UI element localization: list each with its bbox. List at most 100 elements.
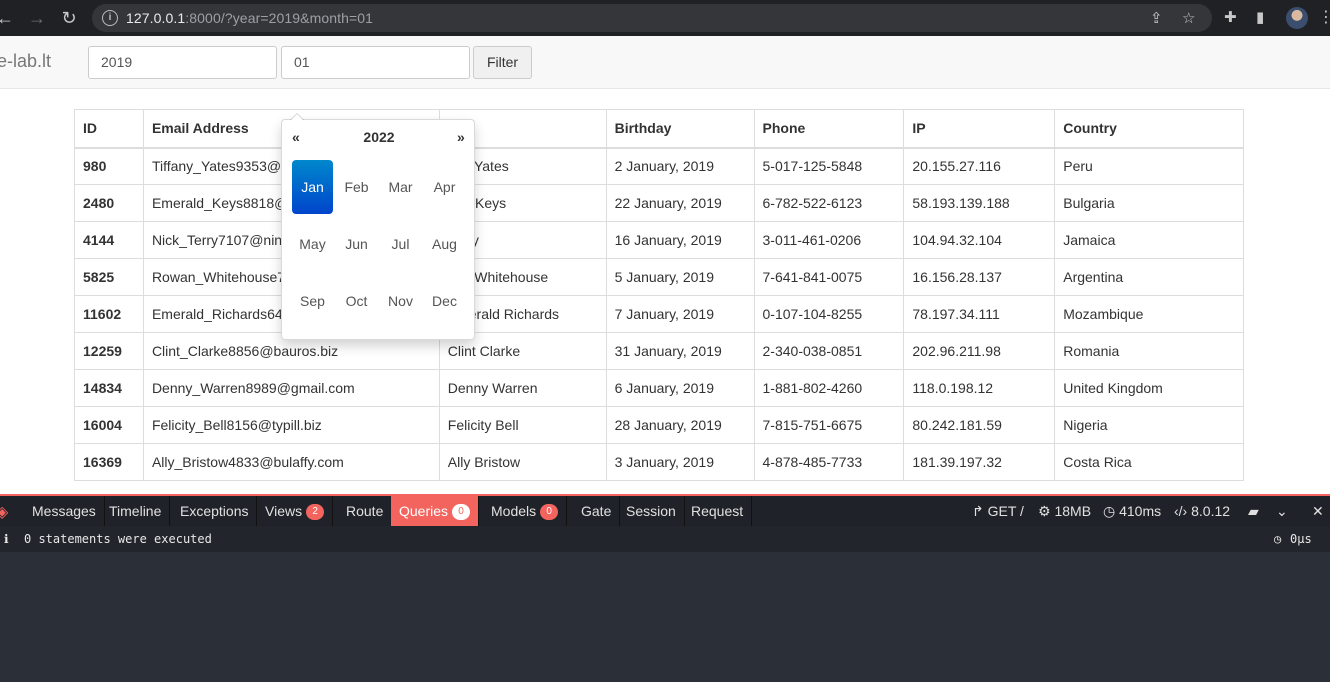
cell-birthday: 6 January, 2019 bbox=[605, 369, 755, 407]
cell-ip: 104.94.32.104 bbox=[903, 221, 1056, 259]
url-text[interactable]: 127.0.0.1:8000/?year=2019&month=01 bbox=[126, 10, 373, 26]
cell-country: Costa Rica bbox=[1054, 443, 1244, 481]
month-jul[interactable]: Jul bbox=[380, 217, 421, 271]
debug-tab-gate[interactable]: Gate bbox=[573, 496, 621, 526]
debug-tab-request[interactable]: Request bbox=[683, 496, 753, 526]
debug-tab-session[interactable]: Session bbox=[618, 496, 685, 526]
profile-avatar[interactable] bbox=[1286, 7, 1308, 29]
address-bar[interactable]: i 127.0.0.1:8000/?year=2019&month=01 ⇪ ☆ bbox=[92, 4, 1212, 32]
month-dec[interactable]: Dec bbox=[424, 274, 465, 328]
debug-tab-label: Models bbox=[491, 503, 537, 519]
memory-usage: ⚙ 18MB bbox=[1038, 503, 1092, 519]
cell-name: Felicity Bell bbox=[438, 406, 607, 444]
request-duration-text: 410ms bbox=[1119, 503, 1162, 519]
cell-country: Argentina bbox=[1054, 258, 1244, 296]
cell-phone: 3-011-461-0206 bbox=[753, 221, 905, 259]
debug-tab-label: Messages bbox=[32, 503, 96, 519]
month-feb[interactable]: Feb bbox=[336, 160, 377, 214]
debug-tab-badge: 2 bbox=[306, 504, 325, 521]
cell-phone: 1-881-802-4260 bbox=[753, 369, 905, 407]
minimize-chevron-icon[interactable]: ⌄ bbox=[1276, 496, 1288, 526]
cell-name: Ally Bristow bbox=[438, 443, 607, 481]
cell-ip: 80.242.181.59 bbox=[903, 406, 1056, 444]
debug-tab-badge: 0 bbox=[540, 504, 559, 521]
table-header-row: ID Email Address me Birthday Phone IP Co… bbox=[74, 109, 1244, 149]
month-oct[interactable]: Oct bbox=[336, 274, 377, 328]
statements-count: 0 statements were executed bbox=[24, 532, 212, 546]
url-host: 127.0.0.1 bbox=[126, 10, 186, 26]
route-method-text: GET / bbox=[987, 503, 1024, 519]
memory-usage-text: 18MB bbox=[1054, 503, 1092, 519]
php-version: ‹/› 8.0.12 bbox=[1174, 503, 1231, 519]
month-jan[interactable]: Jan bbox=[292, 160, 333, 214]
table-row: 5825 Rowan_Whitehouse7 van Whitehouse 5 Jan… bbox=[74, 258, 1244, 296]
datepicker-prev-button[interactable]: « bbox=[292, 129, 300, 145]
month-mar[interactable]: Mar bbox=[380, 160, 421, 214]
table-row: 16004 Felicity_Bell8156@typill.biz Felicit… bbox=[74, 406, 1244, 444]
users-table: ID Email Address me Birthday Phone IP Co… bbox=[74, 109, 1244, 481]
cell-country: United Kingdom bbox=[1054, 369, 1244, 407]
month-sep[interactable]: Sep bbox=[292, 274, 333, 328]
bookmark-star-icon[interactable]: ☆ bbox=[1182, 9, 1195, 27]
forward-icon[interactable]: → bbox=[26, 7, 48, 29]
php-version-text: 8.0.12 bbox=[1191, 503, 1231, 519]
datepicker-next-button[interactable]: » bbox=[457, 129, 465, 145]
cell-phone: 7-815-751-6675 bbox=[753, 406, 905, 444]
cell-ip: 58.193.139.188 bbox=[903, 184, 1056, 222]
debugbar-header: ◈ Messages Timeline Exceptions Views 2 Route Q… bbox=[0, 496, 1330, 526]
cell-name: Denny Warren bbox=[438, 369, 607, 407]
extensions-icon[interactable]: ✚ bbox=[1224, 8, 1237, 26]
debug-tab-queries[interactable]: Queries 0 bbox=[391, 496, 480, 526]
debug-tab-models[interactable]: Models 0 bbox=[483, 496, 568, 526]
cell-email: Ally_Bristow4833@bulaffy.com bbox=[142, 443, 440, 481]
cell-ip: 202.96.211.98 bbox=[903, 332, 1056, 370]
month-input[interactable]: 01 bbox=[281, 46, 470, 79]
folder-open-icon[interactable]: ▰ bbox=[1248, 496, 1259, 526]
side-panel-icon[interactable]: ▮ bbox=[1256, 8, 1264, 26]
filter-button[interactable]: Filter bbox=[473, 46, 532, 79]
cell-country: Nigeria bbox=[1054, 406, 1244, 444]
debug-tab-messages[interactable]: Messages bbox=[24, 496, 105, 526]
cell-country: Mozambique bbox=[1054, 295, 1244, 333]
browser-menu-icon[interactable]: ⋮ bbox=[1318, 7, 1330, 27]
laravel-logo-icon[interactable]: ◈ bbox=[0, 502, 14, 521]
cell-ip: 118.0.198.12 bbox=[903, 369, 1056, 407]
datepicker-year[interactable]: 2022 bbox=[282, 129, 476, 145]
cell-birthday: 22 January, 2019 bbox=[605, 184, 755, 222]
debug-tab-label: Session bbox=[626, 503, 676, 519]
site-info-icon[interactable]: i bbox=[102, 10, 118, 26]
share-icon[interactable]: ⇪ bbox=[1150, 9, 1163, 27]
cell-ip: 181.39.197.32 bbox=[903, 443, 1056, 481]
back-icon[interactable]: ← bbox=[0, 7, 16, 29]
column-header-country: Country bbox=[1054, 109, 1244, 149]
month-apr[interactable]: Apr bbox=[424, 160, 465, 214]
page-content: e-lab.lt 2019 01 Filter ID Email Address… bbox=[0, 36, 1330, 494]
debug-tab-views[interactable]: Views 2 bbox=[257, 496, 334, 526]
debug-tab-label: Route bbox=[346, 503, 384, 519]
debug-tab-timeline[interactable]: Timeline bbox=[101, 496, 171, 526]
year-input[interactable]: 2019 bbox=[88, 46, 277, 79]
month-aug[interactable]: Aug bbox=[424, 217, 465, 271]
month-nov[interactable]: Nov bbox=[380, 274, 421, 328]
cell-phone: 2-340-038-0851 bbox=[753, 332, 905, 370]
table-row: 2480 Emerald_Keys8818@ rald Keys 22 January… bbox=[74, 184, 1244, 222]
queries-duration: 0μs bbox=[1290, 532, 1312, 546]
cell-phone: 4-878-485-7733 bbox=[753, 443, 905, 481]
debug-tab-route[interactable]: Route bbox=[338, 496, 393, 526]
month-may[interactable]: May bbox=[292, 217, 333, 271]
cell-id: 14834 bbox=[74, 369, 144, 407]
table-row: 16369 Ally_Bristow4833@bulaffy.com Ally Br… bbox=[74, 443, 1244, 481]
debug-tab-label: Views bbox=[265, 503, 303, 519]
brand-link[interactable]: e-lab.lt bbox=[0, 51, 51, 72]
close-icon[interactable]: ✕ bbox=[1312, 496, 1324, 526]
cell-country: Jamaica bbox=[1054, 221, 1244, 259]
debug-tab-exceptions[interactable]: Exceptions bbox=[172, 496, 258, 526]
reload-icon[interactable]: ↻ bbox=[58, 7, 80, 29]
table-row: 11602 Emerald_Richards6439@cispeto.com Eme… bbox=[74, 295, 1244, 333]
cell-id: 980 bbox=[74, 147, 144, 185]
clock-icon: ◷ bbox=[1274, 532, 1282, 546]
table-row: 4144Nick_Terry7107@ninTerry16 January, 2… bbox=[74, 221, 1244, 259]
column-header-id: ID bbox=[74, 109, 144, 149]
column-header-ip: IP bbox=[903, 109, 1056, 149]
month-jun[interactable]: Jun bbox=[336, 217, 377, 271]
